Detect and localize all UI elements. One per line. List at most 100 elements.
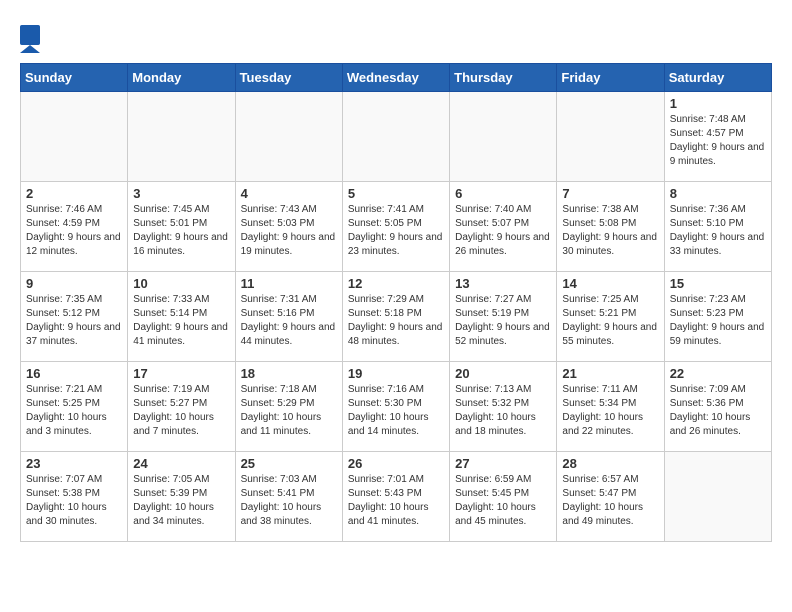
calendar-cell: 1 Sunrise: 7:48 AM Sunset: 4:57 PM Daylig… xyxy=(664,92,771,182)
day-number: 21 xyxy=(562,366,658,381)
day-number: 7 xyxy=(562,186,658,201)
logo-icon xyxy=(20,25,40,53)
calendar-cell: 23 Sunrise: 7:07 AM Sunset: 5:38 PM Dayli… xyxy=(21,452,128,542)
weekday-header-row: SundayMondayTuesdayWednesdayThursdayFrid… xyxy=(21,64,772,92)
day-info: Sunrise: 7:13 AM Sunset: 5:32 PM Dayligh… xyxy=(455,383,551,439)
day-info: Sunrise: 7:11 AM Sunset: 5:34 PM Dayligh… xyxy=(562,383,658,439)
calendar-cell: 9 Sunrise: 7:35 AM Sunset: 5:12 PM Daylig… xyxy=(21,272,128,362)
calendar-cell: 28 Sunrise: 6:57 AM Sunset: 5:47 PM Dayli… xyxy=(557,452,664,542)
day-number: 10 xyxy=(133,276,229,291)
day-number: 4 xyxy=(241,186,337,201)
day-info: Sunrise: 6:57 AM Sunset: 5:47 PM Dayligh… xyxy=(562,473,658,529)
day-number: 11 xyxy=(241,276,337,291)
day-info: Sunrise: 7:27 AM Sunset: 5:19 PM Dayligh… xyxy=(455,293,551,349)
day-number: 20 xyxy=(455,366,551,381)
page-header xyxy=(20,20,772,53)
calendar-cell: 25Sunrise: 7:03 AM Sunset: 5:41 PM Dayli… xyxy=(235,452,342,542)
calendar-cell: 11 Sunrise: 7:31 AM Sunset: 5:16 PM Dayli… xyxy=(235,272,342,362)
day-info: Sunrise: 6:59 AM Sunset: 5:45 PM Dayligh… xyxy=(455,473,551,529)
calendar-cell: 18 Sunrise: 7:18 AM Sunset: 5:29 PM Dayli… xyxy=(235,362,342,452)
week-row-3: 9 Sunrise: 7:35 AM Sunset: 5:12 PM Daylig… xyxy=(21,272,772,362)
calendar-cell: 2 Sunrise: 7:46 AM Sunset: 4:59 PM Daylig… xyxy=(21,182,128,272)
day-info: Sunrise: 7:36 AM Sunset: 5:10 PM Dayligh… xyxy=(670,203,766,259)
weekday-header-friday: Friday xyxy=(557,64,664,92)
calendar-cell: 15 Sunrise: 7:23 AM Sunset: 5:23 PM Dayli… xyxy=(664,272,771,362)
day-number: 9 xyxy=(26,276,122,291)
day-number: 2 xyxy=(26,186,122,201)
calendar-table: SundayMondayTuesdayWednesdayThursdayFrid… xyxy=(20,63,772,542)
day-number: 24 xyxy=(133,456,229,471)
calendar-cell: 20 Sunrise: 7:13 AM Sunset: 5:32 PM Dayli… xyxy=(450,362,557,452)
calendar-cell: 13 Sunrise: 7:27 AM Sunset: 5:19 PM Dayli… xyxy=(450,272,557,362)
calendar-cell: 12 Sunrise: 7:29 AM Sunset: 5:18 PM Dayli… xyxy=(342,272,449,362)
day-number: 15 xyxy=(670,276,766,291)
weekday-header-thursday: Thursday xyxy=(450,64,557,92)
day-info: Sunrise: 7:40 AM Sunset: 5:07 PM Dayligh… xyxy=(455,203,551,259)
day-info: Sunrise: 7:19 AM Sunset: 5:27 PM Dayligh… xyxy=(133,383,229,439)
day-number: 17 xyxy=(133,366,229,381)
calendar-cell: 24 Sunrise: 7:05 AM Sunset: 5:39 PM Dayli… xyxy=(128,452,235,542)
calendar-cell: 21 Sunrise: 7:11 AM Sunset: 5:34 PM Dayli… xyxy=(557,362,664,452)
day-number: 22 xyxy=(670,366,766,381)
day-number: 19 xyxy=(348,366,444,381)
week-row-4: 16 Sunrise: 7:21 AM Sunset: 5:25 PM Dayli… xyxy=(21,362,772,452)
weekday-header-sunday: Sunday xyxy=(21,64,128,92)
day-number: 23 xyxy=(26,456,122,471)
calendar-cell xyxy=(557,92,664,182)
week-row-2: 2 Sunrise: 7:46 AM Sunset: 4:59 PM Daylig… xyxy=(21,182,772,272)
day-info: Sunrise: 7:16 AM Sunset: 5:30 PM Dayligh… xyxy=(348,383,444,439)
day-info: Sunrise: 7:43 AM Sunset: 5:03 PM Dayligh… xyxy=(241,203,337,259)
day-info: Sunrise: 7:03 AM Sunset: 5:41 PM Dayligh… xyxy=(241,473,337,529)
weekday-header-monday: Monday xyxy=(128,64,235,92)
day-number: 3 xyxy=(133,186,229,201)
calendar-cell: 22 Sunrise: 7:09 AM Sunset: 5:36 PM Dayli… xyxy=(664,362,771,452)
day-number: 18 xyxy=(241,366,337,381)
day-info: Sunrise: 7:07 AM Sunset: 5:38 PM Dayligh… xyxy=(26,473,122,529)
calendar-cell xyxy=(342,92,449,182)
calendar-cell: 3 Sunrise: 7:45 AM Sunset: 5:01 PM Daylig… xyxy=(128,182,235,272)
weekday-header-wednesday: Wednesday xyxy=(342,64,449,92)
day-info: Sunrise: 7:29 AM Sunset: 5:18 PM Dayligh… xyxy=(348,293,444,349)
logo xyxy=(20,25,42,53)
calendar-cell: 4 Sunrise: 7:43 AM Sunset: 5:03 PM Daylig… xyxy=(235,182,342,272)
day-info: Sunrise: 7:23 AM Sunset: 5:23 PM Dayligh… xyxy=(670,293,766,349)
day-number: 13 xyxy=(455,276,551,291)
calendar-cell xyxy=(21,92,128,182)
day-number: 1 xyxy=(670,96,766,111)
day-number: 28 xyxy=(562,456,658,471)
day-number: 12 xyxy=(348,276,444,291)
calendar-cell: 26 Sunrise: 7:01 AM Sunset: 5:43 PM Dayli… xyxy=(342,452,449,542)
calendar-cell: 5Sunrise: 7:41 AM Sunset: 5:05 PM Daylig… xyxy=(342,182,449,272)
day-info: Sunrise: 7:05 AM Sunset: 5:39 PM Dayligh… xyxy=(133,473,229,529)
day-number: 5 xyxy=(348,186,444,201)
calendar-cell: 6 Sunrise: 7:40 AM Sunset: 5:07 PM Daylig… xyxy=(450,182,557,272)
day-number: 8 xyxy=(670,186,766,201)
calendar-cell xyxy=(235,92,342,182)
week-row-1: 1 Sunrise: 7:48 AM Sunset: 4:57 PM Daylig… xyxy=(21,92,772,182)
week-row-5: 23 Sunrise: 7:07 AM Sunset: 5:38 PM Dayli… xyxy=(21,452,772,542)
day-info: Sunrise: 7:48 AM Sunset: 4:57 PM Dayligh… xyxy=(670,113,766,169)
calendar-cell xyxy=(128,92,235,182)
calendar-cell: 17 Sunrise: 7:19 AM Sunset: 5:27 PM Dayli… xyxy=(128,362,235,452)
day-info: Sunrise: 7:09 AM Sunset: 5:36 PM Dayligh… xyxy=(670,383,766,439)
day-number: 14 xyxy=(562,276,658,291)
calendar-cell: 19 Sunrise: 7:16 AM Sunset: 5:30 PM Dayli… xyxy=(342,362,449,452)
day-number: 26 xyxy=(348,456,444,471)
day-info: Sunrise: 7:01 AM Sunset: 5:43 PM Dayligh… xyxy=(348,473,444,529)
day-info: Sunrise: 7:21 AM Sunset: 5:25 PM Dayligh… xyxy=(26,383,122,439)
calendar-cell: 7Sunrise: 7:38 AM Sunset: 5:08 PM Daylig… xyxy=(557,182,664,272)
day-info: Sunrise: 7:35 AM Sunset: 5:12 PM Dayligh… xyxy=(26,293,122,349)
weekday-header-saturday: Saturday xyxy=(664,64,771,92)
calendar-cell: 16 Sunrise: 7:21 AM Sunset: 5:25 PM Dayli… xyxy=(21,362,128,452)
day-info: Sunrise: 7:33 AM Sunset: 5:14 PM Dayligh… xyxy=(133,293,229,349)
day-info: Sunrise: 7:18 AM Sunset: 5:29 PM Dayligh… xyxy=(241,383,337,439)
day-info: Sunrise: 7:46 AM Sunset: 4:59 PM Dayligh… xyxy=(26,203,122,259)
day-info: Sunrise: 7:45 AM Sunset: 5:01 PM Dayligh… xyxy=(133,203,229,259)
calendar-cell: 10 Sunrise: 7:33 AM Sunset: 5:14 PM Dayli… xyxy=(128,272,235,362)
calendar-cell xyxy=(450,92,557,182)
day-number: 16 xyxy=(26,366,122,381)
day-info: Sunrise: 7:31 AM Sunset: 5:16 PM Dayligh… xyxy=(241,293,337,349)
calendar-cell: 8 Sunrise: 7:36 AM Sunset: 5:10 PM Daylig… xyxy=(664,182,771,272)
day-info: Sunrise: 7:25 AM Sunset: 5:21 PM Dayligh… xyxy=(562,293,658,349)
day-number: 6 xyxy=(455,186,551,201)
